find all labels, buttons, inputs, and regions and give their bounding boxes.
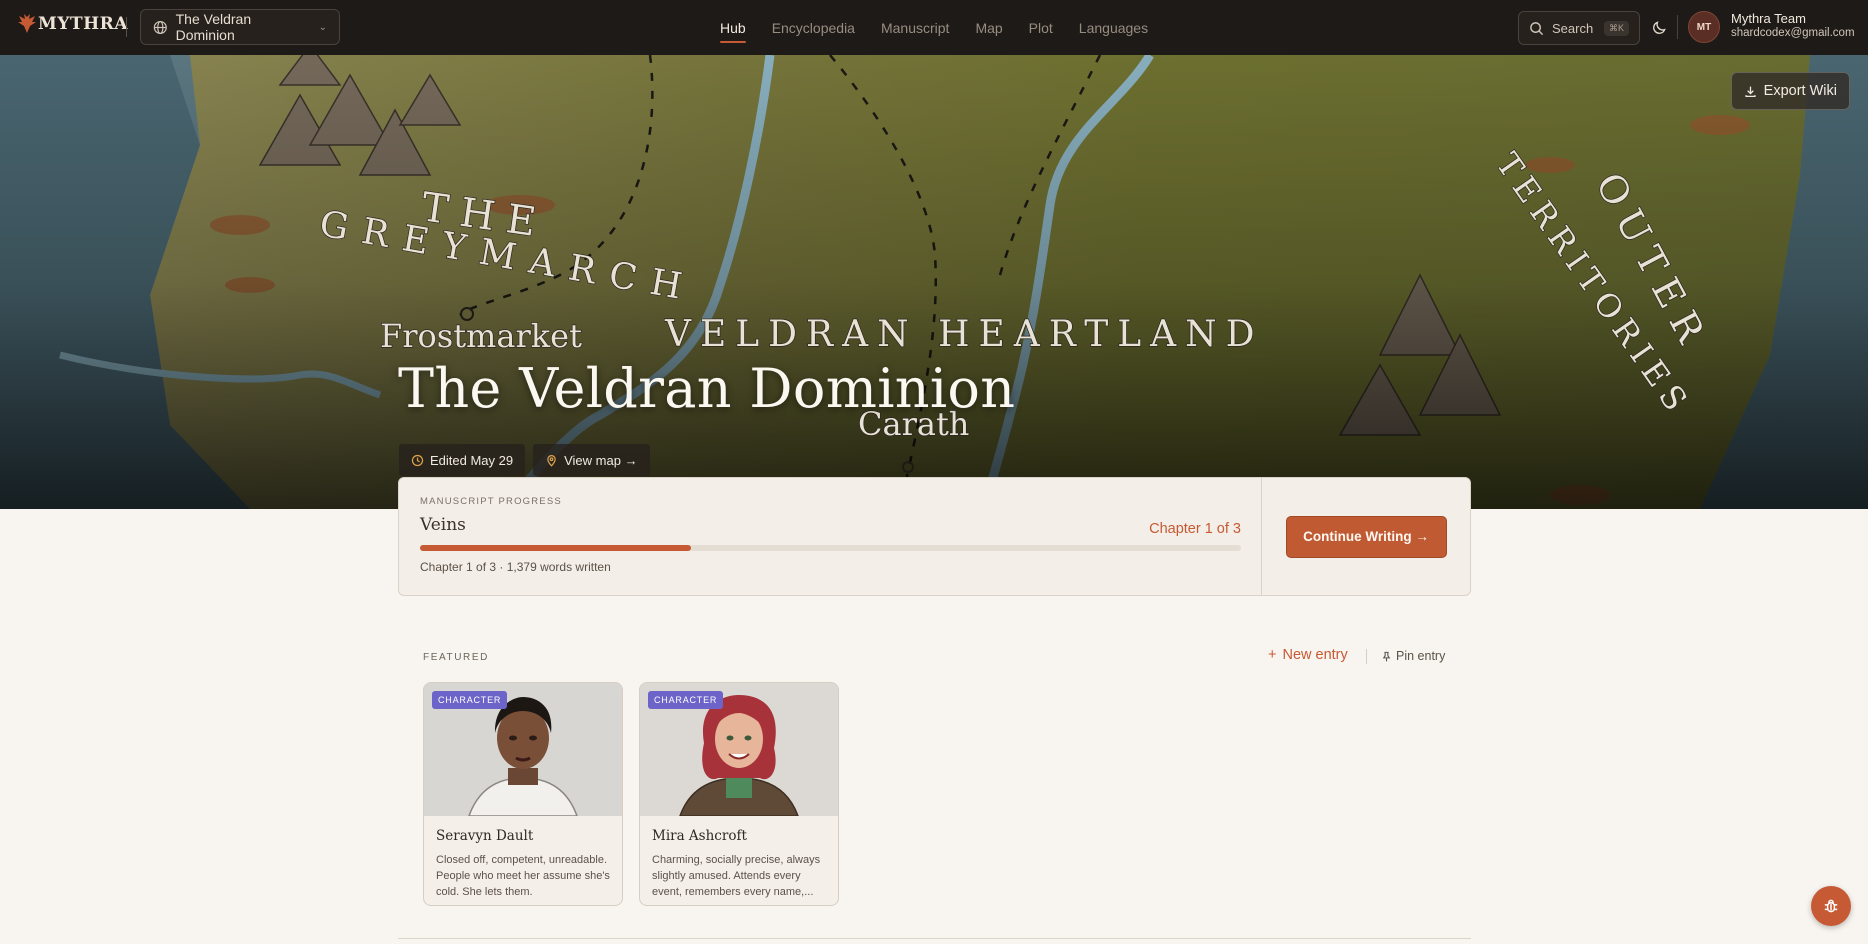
search-icon — [1530, 21, 1544, 35]
download-icon — [1745, 86, 1756, 97]
manuscript-progress-card: MANUSCRIPT PROGRESS Veins Chapter 1 of 3… — [398, 477, 1471, 596]
clock-icon — [411, 454, 424, 466]
world-map-image: THE GREYMARCH Frostmarket VELDRAN HEARTL… — [0, 55, 1868, 509]
hero-chips: Edited May 29 View map → — [399, 444, 650, 476]
logo-text: MYTHRA — [38, 14, 128, 34]
card-title: Seravyn Dault — [436, 828, 534, 844]
moon-icon — [1652, 20, 1666, 34]
continue-writing-button[interactable]: Continue Writing → — [1285, 515, 1447, 558]
top-nav: MYTHRA The Veldran Dominion ⌄ Hub Encycl… — [0, 0, 1868, 55]
logo[interactable]: MYTHRA — [18, 14, 128, 34]
card-description: Charming, socially precise, always sligh… — [652, 854, 821, 898]
user-info[interactable]: Mythra Team shardcodex@gmail.com — [1731, 11, 1855, 39]
pin-icon — [1382, 651, 1391, 661]
nav-divider — [1677, 15, 1678, 39]
view-map-link[interactable]: View map → — [533, 444, 650, 476]
divider — [1366, 649, 1367, 664]
bug-icon — [1824, 899, 1838, 913]
manuscript-meta: Chapter 1 of 3 · 1,379 words written — [420, 560, 611, 574]
tab-encyclopedia[interactable]: Encyclopedia — [772, 0, 855, 55]
globe-icon — [153, 20, 167, 34]
progress-bar-fill — [420, 545, 691, 551]
tab-map[interactable]: Map — [975, 0, 1002, 55]
map-label-frostmarket: Frostmarket — [380, 317, 582, 355]
hero-banner: THE GREYMARCH Frostmarket VELDRAN HEARTL… — [0, 55, 1868, 509]
search-button[interactable]: Search ⌘K — [1518, 11, 1640, 45]
character-portrait: CHARACTER — [424, 683, 622, 817]
featured-card-mira[interactable]: CHARACTER Mira Ashcroft Charming, social… — [639, 682, 839, 906]
chevron-down-icon: ⌄ — [318, 21, 327, 33]
progress-bar — [420, 545, 1241, 551]
card-title: Mira Ashcroft — [652, 828, 747, 844]
map-label-heartland: VELDRAN HEARTLAND — [664, 314, 1264, 355]
main-tabs: Hub Encyclopedia Manuscript Map Plot Lan… — [720, 0, 1148, 55]
export-wiki-button[interactable]: Export Wiki — [1730, 72, 1850, 110]
report-bug-button[interactable] — [1811, 886, 1851, 926]
category-badge: CHARACTER — [432, 691, 508, 709]
pin-entry-label: Pin entry — [1396, 649, 1446, 663]
section-divider — [398, 938, 1471, 939]
map-pin-icon — [547, 454, 556, 467]
edited-chip: Edited May 29 — [399, 444, 526, 476]
new-entry-button[interactable]: + New entry — [1268, 647, 1348, 663]
search-shortcut: ⌘K — [1603, 20, 1629, 36]
manuscript-title: Veins — [420, 515, 466, 535]
card-description: Closed off, competent, unreadable. Peopl… — [436, 854, 610, 898]
theme-toggle[interactable] — [1646, 14, 1672, 40]
manuscript-actions: Continue Writing → — [1261, 478, 1470, 595]
featured-card-seravyn[interactable]: CHARACTER Seravyn Dault Closed off, comp… — [423, 682, 623, 906]
new-entry-label: New entry — [1282, 647, 1348, 663]
world-selector-label: The Veldran Dominion — [175, 11, 252, 43]
featured-heading: FEATURED — [423, 652, 489, 663]
world-title: The Veldran Dominion — [398, 357, 1016, 420]
search-label: Search — [1552, 20, 1594, 36]
edited-label: Edited May 29 — [430, 452, 514, 468]
tab-manuscript[interactable]: Manuscript — [881, 0, 949, 55]
tab-hub[interactable]: Hub — [720, 0, 746, 55]
chapter-indicator: Chapter 1 of 3 — [1149, 521, 1241, 537]
tab-plot[interactable]: Plot — [1029, 0, 1053, 55]
tab-languages[interactable]: Languages — [1079, 0, 1148, 55]
user-email: shardcodex@gmail.com — [1731, 27, 1855, 39]
export-wiki-label: Export Wiki — [1763, 83, 1837, 99]
character-portrait: CHARACTER — [640, 683, 838, 817]
world-selector[interactable]: The Veldran Dominion ⌄ — [140, 9, 340, 45]
nav-divider — [126, 17, 127, 37]
phoenix-logo-icon — [18, 14, 36, 33]
pin-entry-button[interactable]: Pin entry — [1381, 649, 1445, 663]
user-name: Mythra Team — [1731, 11, 1806, 26]
view-map-label: View map → — [564, 452, 638, 468]
section-label: MANUSCRIPT PROGRESS — [420, 496, 562, 507]
plus-icon: + — [1268, 647, 1277, 663]
avatar[interactable]: MT — [1688, 11, 1720, 43]
manuscript-progress-info: MANUSCRIPT PROGRESS Veins Chapter 1 of 3… — [399, 478, 1261, 595]
category-badge: CHARACTER — [648, 691, 724, 709]
